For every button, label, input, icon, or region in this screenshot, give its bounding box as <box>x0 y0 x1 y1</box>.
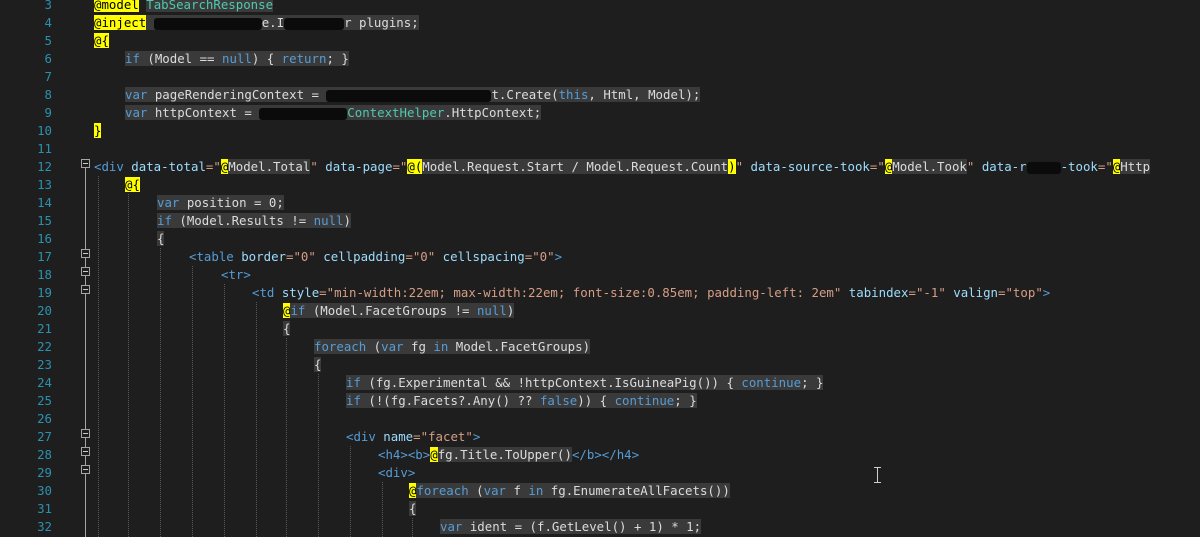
code-line: @if (Model.FacetGroups != null) <box>283 303 515 318</box>
indent-guide <box>318 374 319 537</box>
line-number: 12 <box>37 159 52 174</box>
code-line: { <box>157 231 165 246</box>
line-number: 17 <box>37 249 52 264</box>
code-line: var httpContext = ContextHelper.HttpCont… <box>125 105 542 120</box>
code-line: <div data-total="@Model.Total" data-page… <box>94 159 1151 174</box>
code-line: if (fg.Experimental && !httpContext.IsGu… <box>346 375 824 390</box>
line-number: 29 <box>37 465 52 480</box>
line-number: 22 <box>37 339 52 354</box>
code-line: @model TabSearchResponse <box>94 0 274 14</box>
code-line: @foreach (var f in fg.EnumerateAllFacets… <box>409 483 730 498</box>
line-number: 32 <box>37 519 52 534</box>
code-line: <table border="0" cellpadding="0" cellsp… <box>189 249 563 264</box>
collapse-toggle-icon[interactable] <box>81 465 90 474</box>
indent-guide <box>128 194 129 537</box>
line-number: 3 <box>44 0 52 12</box>
line-number: 26 <box>37 411 52 426</box>
line-number: 4 <box>44 15 52 30</box>
collapse-toggle-icon[interactable] <box>81 447 90 456</box>
indent-guide <box>160 248 161 537</box>
line-number: 6 <box>44 51 52 66</box>
outline-line <box>85 168 86 537</box>
collapse-toggle-icon[interactable] <box>81 285 90 294</box>
line-number: 18 <box>37 267 52 282</box>
code-line: var position = 0; <box>157 195 284 210</box>
line-number: 19 <box>37 285 52 300</box>
line-number: 13 <box>37 177 52 192</box>
redaction-mark <box>326 89 492 102</box>
code-line: { <box>283 321 291 336</box>
code-line: if (!(fg.Facets?.Any() ?? false)) { cont… <box>346 393 697 408</box>
code-line: { <box>409 501 417 516</box>
redaction-mark <box>259 107 348 120</box>
line-number: 5 <box>44 33 52 48</box>
code-line: @inject e.I r plugins; <box>94 15 419 30</box>
indent-guide <box>412 518 413 537</box>
line-number: 16 <box>37 231 52 246</box>
line-number: 30 <box>37 483 52 498</box>
redaction-mark <box>284 17 345 30</box>
line-number: 24 <box>37 375 52 390</box>
code-line: @{ <box>125 177 140 192</box>
indent-guide <box>382 482 383 537</box>
text-cursor-icon <box>874 466 882 484</box>
code-line: var pageRenderingContext = t.Create(this… <box>125 87 701 102</box>
indent-guide <box>350 446 351 537</box>
indent-guide <box>224 284 225 537</box>
line-number: 8 <box>44 87 52 102</box>
line-number: 31 <box>37 501 52 516</box>
line-number: 25 <box>37 393 52 408</box>
line-number: 20 <box>37 303 52 318</box>
code-line: @{ <box>94 33 109 48</box>
line-number: 21 <box>37 321 52 336</box>
code-line: foreach (var fg in Model.FacetGroups) <box>314 339 591 354</box>
code-line: } <box>94 123 102 138</box>
code-line: <div> <box>378 465 416 480</box>
line-number-gutter: 3 4 5 6 7 8 9 10 11 12 13 14 15 16 17 18… <box>0 0 78 537</box>
code-line: var ident = (f.GetLevel() + 1) * 1; <box>440 519 702 534</box>
code-line: if (Model == null) { return; } <box>125 51 349 66</box>
code-line: <div name="facet"> <box>346 429 481 444</box>
indent-guide <box>98 176 99 537</box>
collapse-toggle-icon[interactable] <box>81 159 90 168</box>
redaction-mark <box>153 17 262 30</box>
line-number: 11 <box>37 141 52 156</box>
collapse-toggle-icon[interactable] <box>81 249 90 258</box>
line-number: 27 <box>37 429 52 444</box>
line-number: 28 <box>37 447 52 462</box>
line-number: 9 <box>44 105 52 120</box>
line-number: 7 <box>44 69 52 84</box>
code-line: if (Model.Results != null) <box>157 213 351 228</box>
line-number: 14 <box>37 195 52 210</box>
line-number: 23 <box>37 357 52 372</box>
code-line: <h4><b>@fg.Title.ToUpper()</b></h4> <box>378 447 640 462</box>
code-line: <td style="min-width:22em; max-width:22e… <box>252 285 1051 300</box>
indent-guide <box>192 266 193 537</box>
redaction-mark <box>1026 161 1061 174</box>
code-line: <tr> <box>221 267 251 282</box>
code-line: { <box>314 357 322 372</box>
collapse-toggle-icon[interactable] <box>81 267 90 276</box>
line-number: 15 <box>37 213 52 228</box>
indent-guide <box>286 338 287 537</box>
indent-guide <box>256 302 257 537</box>
collapse-toggle-icon[interactable] <box>81 429 90 438</box>
code-editor[interactable]: 3 4 5 6 7 8 9 10 11 12 13 14 15 16 17 18… <box>0 0 1200 537</box>
line-number: 10 <box>37 123 52 138</box>
